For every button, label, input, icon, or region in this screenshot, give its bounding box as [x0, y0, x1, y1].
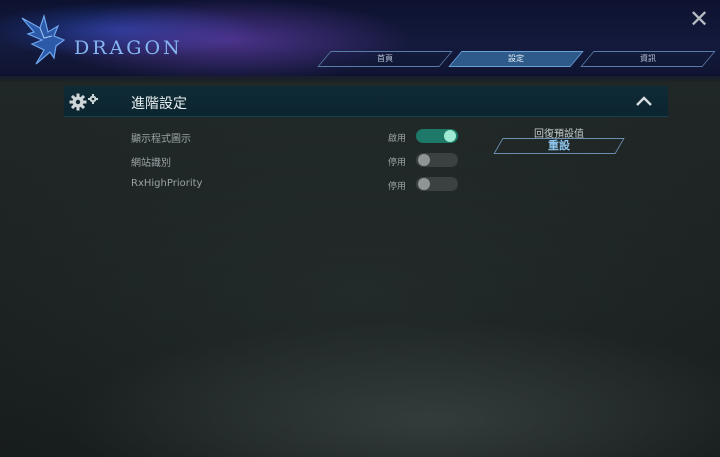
close-icon: ✕ [688, 5, 710, 33]
toggle-knob [444, 130, 456, 142]
close-button[interactable]: ✕ [688, 5, 710, 33]
setting-status-site-identify: 停用 [388, 158, 407, 168]
toggle-site-identify[interactable] [416, 153, 458, 167]
setting-status-rx-high-priority: 停用 [388, 182, 407, 192]
header-divider [0, 76, 720, 82]
setting-label-show-icon: 顯示程式圖示 [131, 134, 191, 145]
reset-button[interactable]: 重設 [493, 138, 625, 154]
setting-label-rx-high-priority: RxHighPriority [131, 178, 203, 189]
tab-settings-label: 設定 [508, 54, 524, 63]
setting-label-site-identify: 網站識別 [131, 158, 171, 169]
reset-button-label: 重設 [548, 139, 570, 152]
tab-home[interactable]: 首頁 [317, 51, 453, 67]
chevron-up-icon[interactable] [634, 93, 654, 109]
toggle-knob [418, 178, 430, 190]
toggle-show-icon[interactable] [416, 129, 458, 143]
brand-name: DRAGON [74, 37, 183, 59]
toggle-knob [418, 154, 430, 166]
setting-status-show-icon: 啟用 [388, 134, 407, 144]
tab-info-label: 資訊 [640, 54, 656, 63]
dragon-logo-icon [21, 13, 66, 65]
toggle-rx-high-priority[interactable] [416, 177, 458, 191]
tab-settings[interactable]: 設定 [448, 51, 584, 67]
gears-icon [69, 93, 98, 111]
tab-info[interactable]: 資訊 [580, 51, 716, 67]
tab-home-label: 首頁 [377, 54, 393, 63]
section-title: 進階設定 [131, 96, 187, 112]
